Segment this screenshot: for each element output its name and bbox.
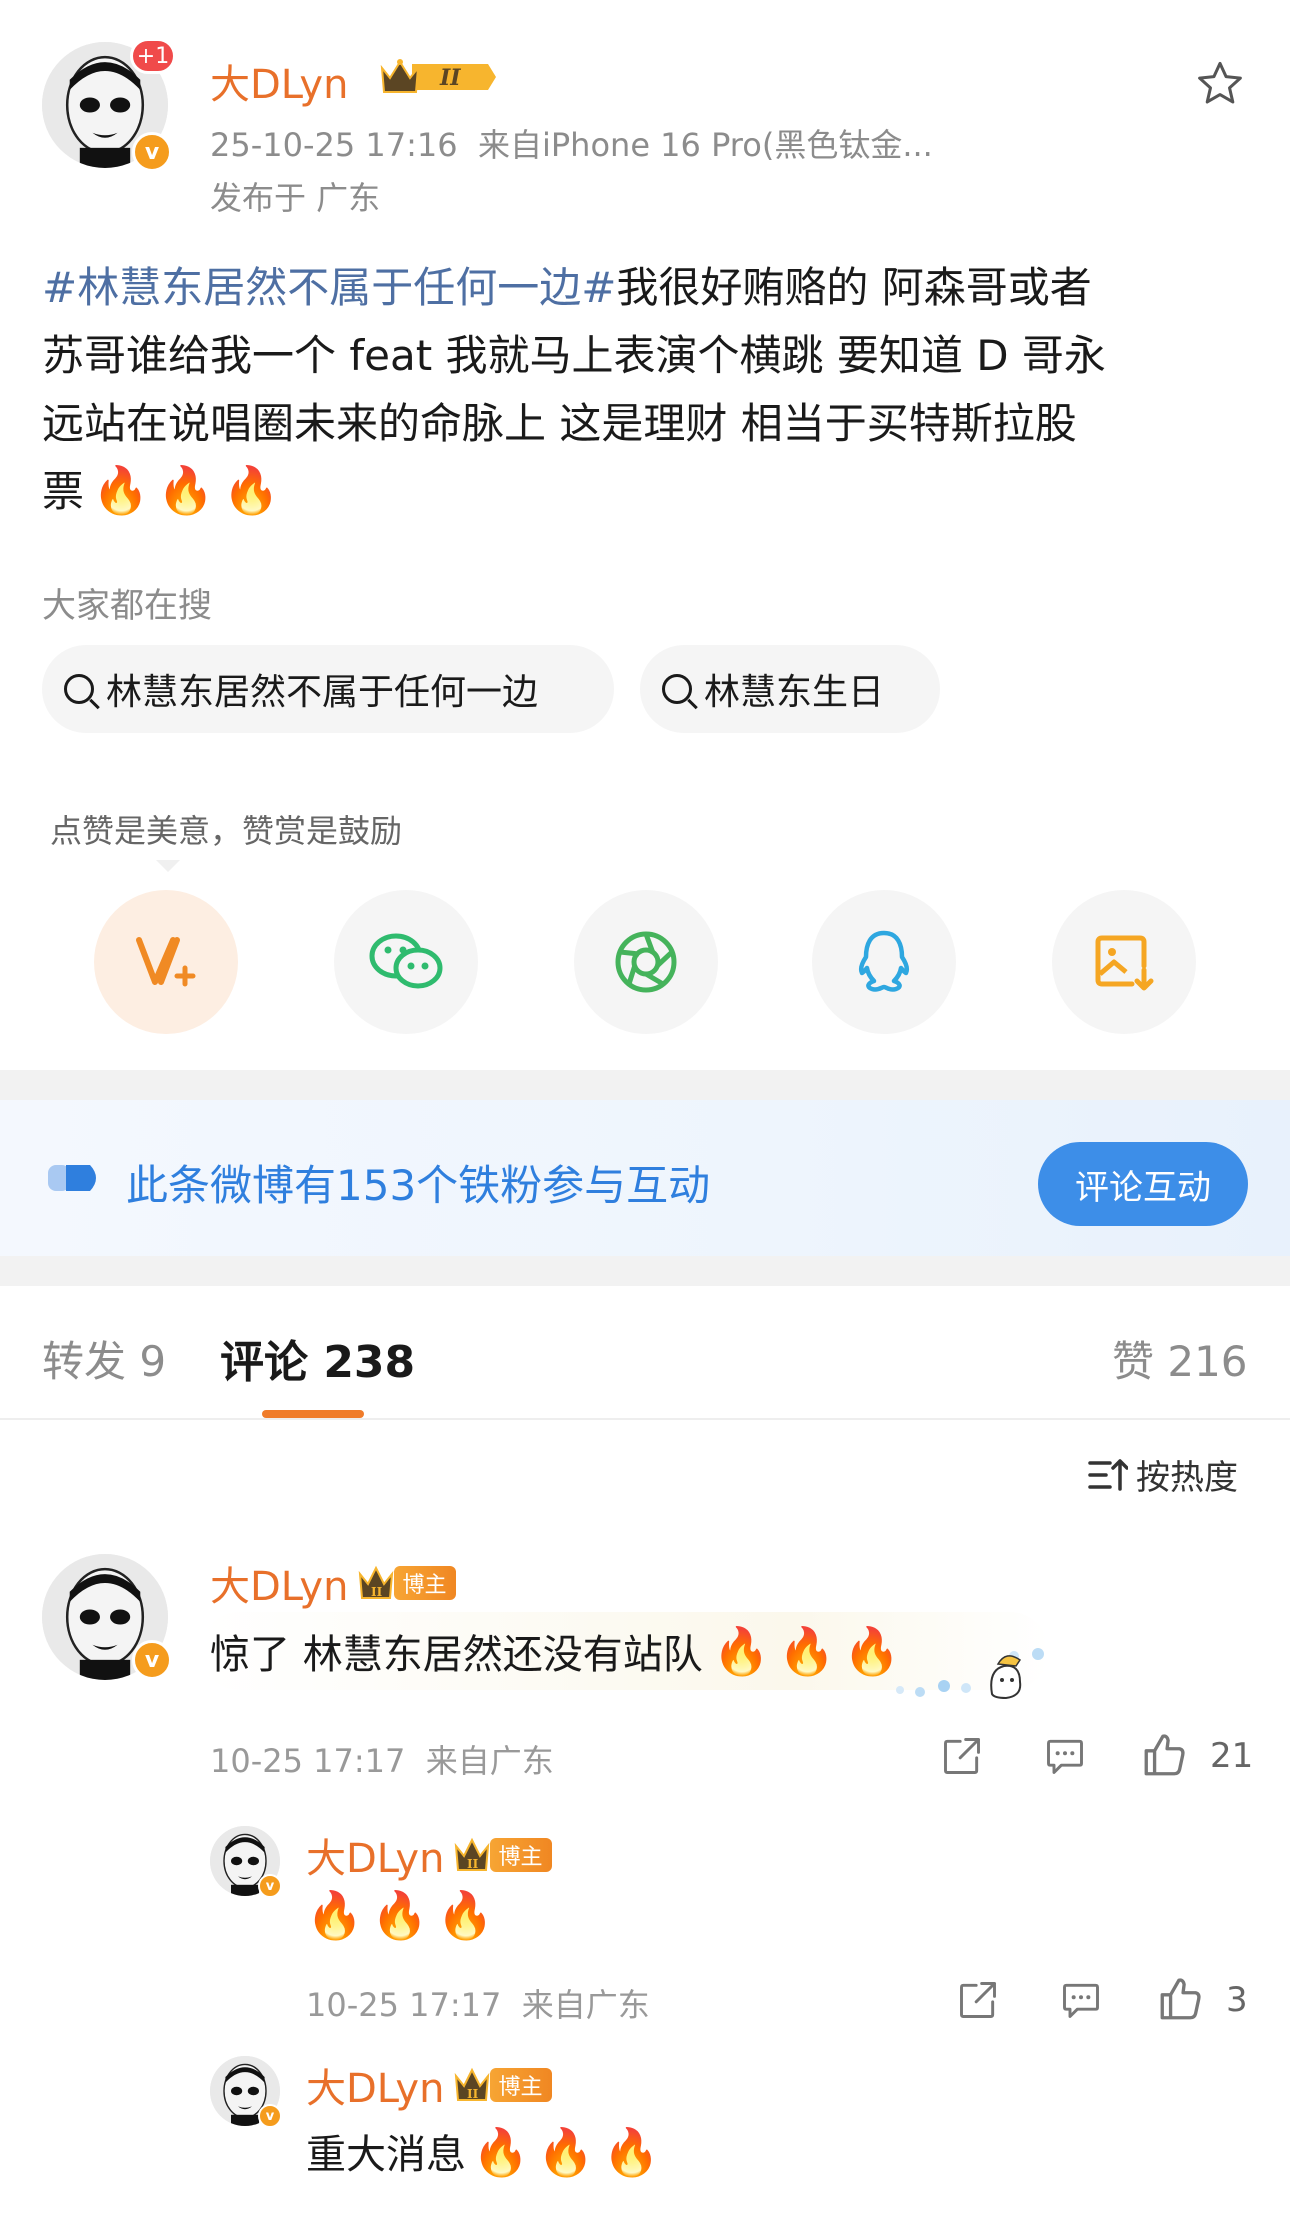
crown-level-icon: II [455,2067,490,2101]
fire-emoji-icon: 🔥🔥🔥 [92,463,288,517]
svg-text:II: II [467,2087,479,2101]
hashtag-link[interactable]: #林慧东居然不属于任何一边# [42,263,616,312]
repost-icon[interactable] [956,1978,1000,2026]
post-author-name[interactable]: 大DLyn [210,52,348,110]
search-icon [662,674,692,704]
hot-search-chip-1[interactable]: 林慧东居然不属于任何一边 [42,645,614,733]
search-icon [64,674,94,704]
comment-icon[interactable] [1042,1734,1088,1782]
tab-active-underline [262,1410,364,1418]
post-text-line-3: 远站在说唱圈未来的命脉上 这是理财 相当于买特斯拉股 [42,399,1077,448]
svg-text:II: II [371,1585,383,1599]
qq-icon [858,930,910,992]
reward-v-icon [136,937,196,987]
member-level-badge: II [378,56,496,102]
comment-1-time: 10-25 17:17 来自广东 [210,1742,554,1780]
post-location: 发布于 广东 [210,179,381,217]
fire-emoji-icon: 🔥🔥🔥 [306,1888,502,1942]
author-badge: 博主 [490,1838,553,1872]
comment-1-header: 大DLyn II 博主 [210,1554,457,1612]
like-thumb-icon[interactable] [1156,1974,1206,2028]
reward-button[interactable] [94,890,238,1034]
save-image-icon [1095,935,1154,991]
tabs-bottom-border [0,1418,1290,1420]
hot-search-title: 大家都在搜 [42,586,212,626]
svg-text:II: II [467,1857,479,1871]
sort-by-hot-button[interactable]: 按热度 [1088,1450,1238,1499]
comment-author-name[interactable]: 大DLyn [210,1554,348,1612]
verified-v-icon: v [132,1640,172,1680]
tip-pointer [156,860,180,872]
like-count: 3 [1226,1980,1248,2020]
fans-interaction-banner: 此条微博有153个铁粉参与互动 评论互动 [0,1100,1290,1256]
post-text-line-1: #林慧东居然不属于任何一边#我很好贿赂的 阿森哥或者 [42,263,1092,312]
crown-level-icon: II [359,1565,394,1599]
post-body: #林慧东居然不属于任何一边#我很好贿赂的 阿森哥或者 苏哥谁给我一个 feat … [42,254,1252,526]
avatar-notice-badge: +1 [130,38,176,74]
reply-author-name[interactable]: 大DLyn [306,2056,444,2114]
share-qq-button[interactable] [812,890,956,1034]
reward-tip: 点赞是美意，赞赏是鼓励 [50,812,403,850]
reply-2-header: 大DLyn II 博主 [306,2056,553,2114]
post-text-line-2: 苏哥谁给我一个 feat 我就马上表演个横跳 要知道 D 哥永 [42,331,1106,380]
svg-text:II: II [439,65,461,91]
share-wechat-button[interactable] [334,890,478,1034]
author-badge: 博主 [490,2068,553,2102]
crown-level-icon: II [380,59,496,93]
reply-1-header: 大DLyn II 博主 [306,1826,553,1884]
reply-1-text: 🔥🔥🔥 [306,1892,502,1941]
repost-icon[interactable] [940,1734,984,1782]
fans-banner-text: 此条微博有153个铁粉参与互动 [126,1161,711,1210]
sort-icon [1088,1458,1128,1491]
reply-author-name[interactable]: 大DLyn [306,1826,444,1884]
verified-v-icon: v [258,1874,282,1898]
verified-v-icon: v [132,132,172,172]
post-text-line-4: 票 🔥🔥🔥 [42,463,288,517]
post-meta-time-source: 25-10-25 17:16 来自iPhone 16 Pro(黑色钛金... [210,126,933,164]
reply-2-text: 重大消息 🔥🔥🔥 [306,2125,668,2179]
like-count: 21 [1210,1736,1254,1776]
wechat-icon [369,933,443,989]
favorite-star-icon[interactable] [1194,58,1246,114]
moments-icon [615,931,677,993]
author-badge: 博主 [394,1566,457,1600]
fans-arrow-icon [48,1165,96,1191]
like-thumb-icon[interactable] [1140,1730,1190,1784]
tab-repost[interactable]: 转发 9 [42,1328,166,1389]
tab-likes[interactable]: 赞 216 [1112,1328,1248,1389]
comment-icon[interactable] [1058,1978,1104,2026]
verified-v-icon: v [258,2104,282,2128]
save-image-button[interactable] [1052,890,1196,1034]
comment-bubble-mascot-icon [888,1636,1058,1704]
reply-1-time: 10-25 17:17 来自广东 [306,1986,650,2024]
crown-level-icon: II [455,1837,490,1871]
section-divider [0,1256,1290,1286]
fire-emoji-icon: 🔥🔥🔥 [712,1624,909,1678]
hot-search-chip-2[interactable]: 林慧东生日 [640,645,940,733]
section-divider [0,1070,1290,1100]
tab-comments[interactable]: 评论 238 [220,1326,415,1390]
fire-emoji-icon: 🔥🔥🔥 [472,2125,668,2179]
comment-interact-button[interactable]: 评论互动 [1038,1142,1248,1226]
share-moments-button[interactable] [574,890,718,1034]
